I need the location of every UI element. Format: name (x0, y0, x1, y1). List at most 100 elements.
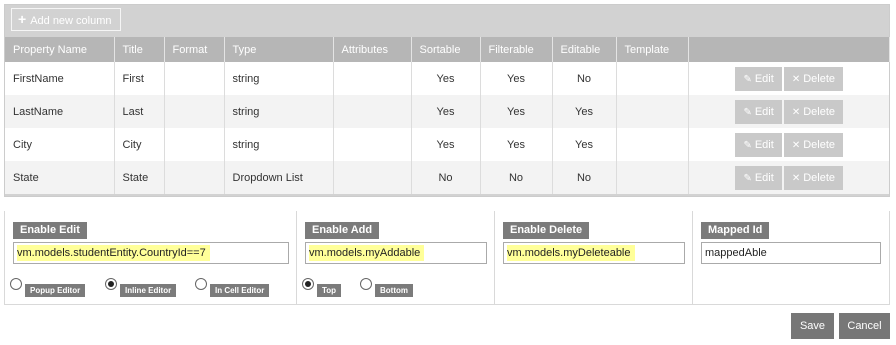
cell-property-name: City (5, 128, 115, 161)
save-button[interactable]: Save (791, 313, 834, 339)
close-icon: ✕ (791, 139, 801, 151)
cell-format (164, 95, 225, 128)
cell-editable: Yes (552, 128, 617, 161)
close-icon: ✕ (791, 106, 801, 118)
delete-button[interactable]: ✕ Delete (783, 132, 843, 157)
mapped-id-section: Mapped Id mappedAble (693, 211, 889, 304)
cell-editable: Yes (552, 95, 617, 128)
table-row: State State Dropdown List No No No ✎ Edit… (5, 161, 889, 194)
cell-type: string (224, 128, 334, 161)
enable-edit-label: Enable Edit (13, 222, 87, 239)
cell-template (616, 161, 689, 194)
edit-label: Edit (754, 138, 774, 151)
cell-attributes (333, 95, 412, 128)
edit-button[interactable]: ✎ Edit (735, 132, 782, 157)
header-editable: Editable (552, 37, 617, 62)
close-icon: ✕ (791, 73, 801, 85)
mapped-id-input[interactable]: mappedAble (701, 242, 881, 264)
cell-editable: No (552, 62, 617, 95)
enable-edit-input[interactable]: vm.models.studentEntity.CountryId==7 (13, 242, 289, 264)
top-radio[interactable] (302, 278, 314, 290)
cell-actions: ✎ Edit ✕ Delete (688, 62, 889, 95)
enable-delete-value: vm.models.myDeleteable (507, 245, 635, 261)
cell-template (616, 128, 689, 161)
delete-button[interactable]: ✕ Delete (783, 66, 843, 91)
cell-filterable: No (480, 161, 553, 194)
header-type: Type (224, 37, 334, 62)
cell-title: First (114, 62, 165, 95)
cell-sortable: Yes (411, 95, 481, 128)
close-icon: ✕ (791, 172, 801, 184)
inline-editor-radio[interactable] (105, 278, 117, 290)
cancel-button[interactable]: Cancel (839, 313, 890, 339)
enable-add-value: vm.models.myAddable (309, 245, 425, 261)
cell-editable: No (552, 161, 617, 194)
cell-title: State (114, 161, 165, 194)
table-row: City City string Yes Yes Yes ✎ Edit ✕ Delet… (5, 128, 889, 161)
delete-button[interactable]: ✕ Delete (783, 99, 843, 124)
edit-label: Edit (754, 171, 774, 184)
table-row: FirstName First string Yes Yes No ✎ Edit ✕… (5, 62, 889, 95)
delete-label: Delete (803, 105, 835, 118)
bottom-radio[interactable] (360, 278, 372, 290)
grid-toolbar: + Add new column (5, 5, 889, 37)
cell-format (164, 62, 225, 95)
cell-title: City (114, 128, 165, 161)
cell-template (616, 95, 689, 128)
cell-title: Last (114, 95, 165, 128)
inline-editor-label: Inline Editor (120, 284, 177, 297)
mapped-id-value: mappedAble (705, 247, 767, 259)
cell-property-name: LastName (5, 95, 115, 128)
add-new-column-button[interactable]: + Add new column (11, 8, 121, 31)
delete-button[interactable]: ✕ Delete (783, 165, 843, 190)
header-title: Title (114, 37, 165, 62)
edit-button[interactable]: ✎ Edit (735, 66, 782, 91)
table-row: LastName Last string Yes Yes Yes ✎ Edit ✕ D… (5, 95, 889, 128)
header-property-name: Property Name (5, 37, 115, 62)
popup-editor-radio[interactable] (10, 278, 22, 290)
enable-delete-input[interactable]: vm.models.myDeleteable (503, 242, 685, 264)
cell-type: Dropdown List (224, 161, 334, 194)
delete-label: Delete (803, 138, 835, 151)
columns-grid-panel: + Add new column Property Name Title Form… (4, 4, 890, 197)
plus-icon: + (18, 11, 27, 27)
pencil-icon: ✎ (743, 73, 752, 85)
cell-attributes (333, 161, 412, 194)
header-filterable: Filterable (480, 37, 553, 62)
add-new-column-label: Add new column (30, 15, 112, 27)
enable-add-label: Enable Add (305, 222, 380, 239)
in-cell-editor-label: In Cell Editor (210, 284, 270, 297)
edit-button[interactable]: ✎ Edit (735, 165, 782, 190)
cell-attributes (333, 128, 412, 161)
cell-property-name: State (5, 161, 115, 194)
cell-sortable: Yes (411, 62, 481, 95)
cell-type: string (224, 62, 334, 95)
pencil-icon: ✎ (743, 172, 752, 184)
cell-attributes (333, 62, 412, 95)
pencil-icon: ✎ (743, 139, 752, 151)
enable-add-input[interactable]: vm.models.myAddable (305, 242, 487, 264)
cell-sortable: Yes (411, 128, 481, 161)
cell-format (164, 161, 225, 194)
settings-panel: Enable Edit vm.models.studentEntity.Coun… (4, 211, 890, 305)
edit-button[interactable]: ✎ Edit (735, 99, 782, 124)
table-header-row: Property Name Title Format Type Attribut… (5, 37, 890, 62)
enable-delete-label: Enable Delete (503, 222, 590, 239)
bottom-label: Bottom (375, 284, 413, 297)
header-template: Template (616, 37, 689, 62)
header-actions (688, 37, 890, 62)
cell-filterable: Yes (480, 95, 553, 128)
top-label: Top (317, 284, 342, 297)
enable-edit-value: vm.models.studentEntity.CountryId==7 (17, 245, 210, 261)
in-cell-editor-radio[interactable] (195, 278, 207, 290)
cell-property-name: FirstName (5, 62, 115, 95)
delete-label: Delete (803, 171, 835, 184)
mapped-id-label: Mapped Id (701, 222, 770, 239)
pencil-icon: ✎ (743, 106, 752, 118)
header-format: Format (164, 37, 225, 62)
popup-editor-label: Popup Editor (25, 284, 86, 297)
cell-filterable: Yes (480, 128, 553, 161)
cell-actions: ✎ Edit ✕ Delete (688, 95, 889, 128)
cell-actions: ✎ Edit ✕ Delete (688, 161, 889, 194)
edit-label: Edit (754, 72, 774, 85)
